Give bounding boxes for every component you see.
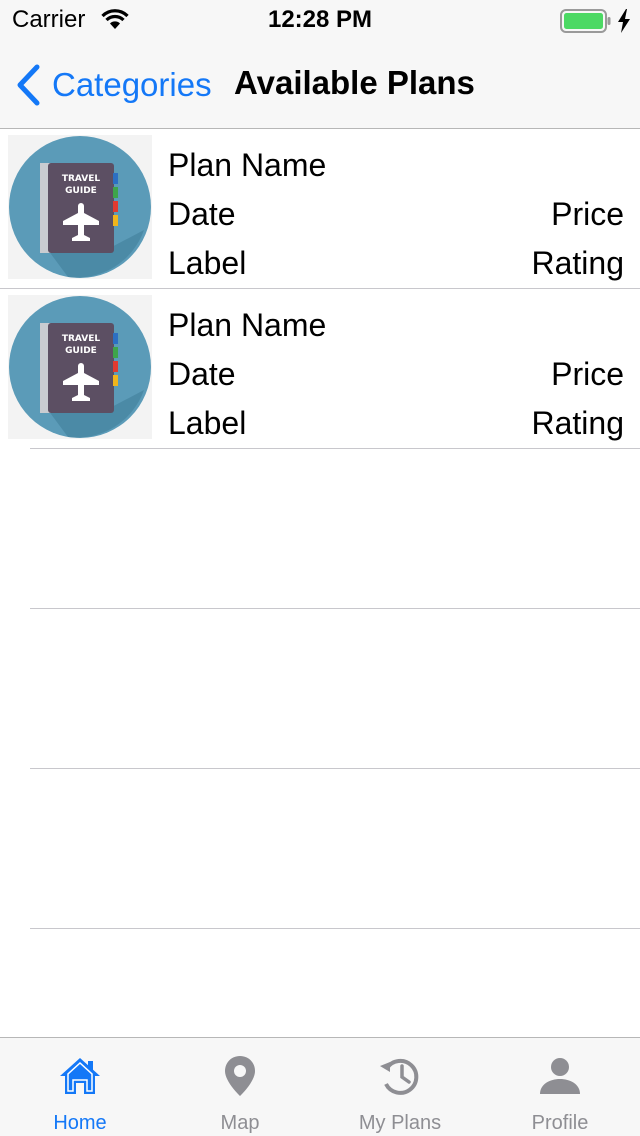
tab-bar: Home Map My Plans Profile — [0, 1037, 640, 1136]
plan-price: Price — [551, 196, 624, 232]
tab-home[interactable]: Home — [0, 1038, 160, 1136]
status-bar: Carrier 12:28 PM — [0, 0, 640, 40]
thumbnail-text-travel: TRAVEL — [62, 174, 101, 184]
plan-row[interactable]: TRAVEL GUIDE Plan Name Date Label Price … — [0, 129, 640, 289]
history-icon — [380, 1058, 419, 1095]
plan-date: Date — [168, 196, 236, 232]
tab-label: Home — [53, 1112, 107, 1134]
tab-profile[interactable]: Profile — [480, 1038, 640, 1136]
profile-icon — [540, 1058, 580, 1094]
plan-name: Plan Name — [168, 307, 327, 343]
row-separator — [30, 928, 640, 929]
map-pin-icon — [225, 1056, 255, 1096]
screen: Carrier 12:28 PM Categories Available Pl… — [0, 0, 640, 1136]
plan-date: Date — [168, 356, 236, 392]
plan-label: Label — [168, 405, 247, 441]
thumbnail-text-guide: GUIDE — [65, 186, 97, 196]
chevron-left-icon — [17, 64, 40, 106]
travel-guide-thumbnail: TRAVEL GUIDE — [8, 295, 152, 439]
clock: 12:28 PM — [267, 6, 373, 33]
plan-rating: Rating — [531, 245, 625, 281]
tab-my-plans[interactable]: My Plans — [320, 1038, 480, 1136]
thumbnail-text-guide: GUIDE — [65, 346, 97, 356]
tab-label: Profile — [531, 1112, 589, 1134]
travel-guide-thumbnail: TRAVEL GUIDE — [8, 135, 152, 279]
plan-row[interactable]: TRAVEL GUIDE Plan Name Date Label Price … — [0, 289, 640, 449]
tab-label: My Plans — [358, 1112, 442, 1134]
tab-label: Map — [220, 1112, 260, 1134]
back-button[interactable]: Categories — [14, 62, 212, 108]
home-icon — [60, 1058, 100, 1094]
plan-rating: Rating — [531, 405, 625, 441]
empty-row — [0, 449, 640, 609]
tab-map[interactable]: Map — [160, 1038, 320, 1136]
navigation-bar: Categories Available Plans — [0, 40, 640, 129]
back-button-label: Categories — [52, 66, 212, 103]
page-title: Available Plans — [234, 64, 475, 101]
charging-bolt-icon — [618, 9, 630, 33]
empty-row — [0, 769, 640, 929]
battery-icon — [560, 9, 611, 33]
plans-list: TRAVEL GUIDE Plan Name Date Label Price … — [0, 129, 640, 929]
plan-label: Label — [168, 245, 247, 281]
thumbnail-text-travel: TRAVEL — [62, 334, 101, 344]
empty-row — [0, 609, 640, 769]
plan-price: Price — [551, 356, 624, 392]
plan-name: Plan Name — [168, 147, 327, 183]
